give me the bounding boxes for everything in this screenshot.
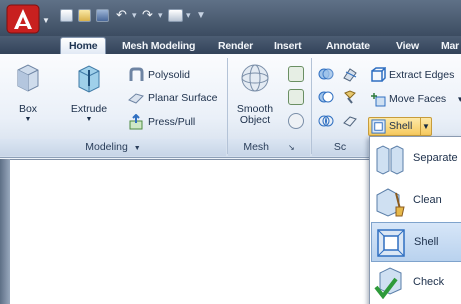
presspull-label: Press/Pull — [148, 116, 196, 128]
extrude-label: Extrude — [70, 103, 108, 115]
redo-icon[interactable]: ↷ — [142, 7, 153, 23]
solid-editing-panel-label: Sc — [333, 141, 347, 153]
tab-home[interactable]: Home — [60, 37, 107, 55]
modeling-panel-title[interactable]: Modeling ▼ — [0, 139, 226, 156]
extrude-icon — [78, 65, 100, 93]
box-icon — [17, 64, 39, 92]
presspull-icon — [129, 114, 143, 130]
move-faces-label: Move Faces — [389, 93, 447, 105]
plot-dropdown-icon[interactable]: ▾ — [186, 10, 191, 21]
ribbon-tab-strip: Home Mesh Modeling Render Insert Annotat… — [56, 36, 461, 55]
separate-label: Separate — [413, 152, 458, 164]
tab-mesh-modeling[interactable]: Mesh Modeling — [122, 38, 195, 54]
slice-icon[interactable] — [342, 66, 358, 82]
extract-edges-icon — [371, 67, 386, 82]
customize-toolbar-icon[interactable]: ▼ — [196, 10, 206, 21]
subtract-icon[interactable] — [318, 89, 334, 105]
quick-access-toolbar: ▼ ↶ ▾ ↷ ▾ ▾ ▼ — [0, 0, 461, 36]
thicken-icon[interactable] — [342, 113, 358, 129]
planar-surface-label: Planar Surface — [148, 92, 218, 104]
menu-item-check[interactable]: Check — [371, 263, 461, 303]
new-file-icon[interactable] — [60, 9, 73, 22]
modeling-panel-label: Modeling — [85, 141, 128, 153]
tab-manage[interactable]: Mar — [441, 38, 459, 54]
undo-icon[interactable]: ↶ — [116, 7, 127, 23]
intersect-icon[interactable] — [318, 113, 334, 129]
save-icon[interactable] — [96, 9, 109, 22]
chevron-down-icon: ▼ — [85, 116, 93, 123]
shell-label: Shell — [389, 120, 413, 132]
menu-item-clean[interactable]: Clean — [371, 181, 461, 221]
polysolid-label: Polysolid — [148, 69, 191, 81]
box-label: Box — [18, 103, 38, 115]
object-label: Object — [239, 114, 271, 126]
tab-view[interactable]: View — [396, 38, 419, 54]
box-button[interactable]: Box ▼ — [10, 62, 46, 128]
shell-icon — [371, 119, 386, 134]
shell-icon — [377, 229, 405, 257]
smooth-less-icon[interactable] — [288, 89, 304, 105]
extract-edges-label: Extract Edges — [389, 69, 455, 81]
refine-mesh-icon[interactable] — [288, 113, 304, 129]
menu-item-shell[interactable]: Shell — [371, 222, 461, 262]
polysolid-icon — [129, 67, 144, 81]
planar-surface-icon — [128, 93, 144, 104]
union-icon[interactable] — [318, 66, 334, 82]
clean-icon — [376, 188, 405, 217]
shell-label: Shell — [414, 236, 439, 248]
plot-icon[interactable] — [168, 9, 183, 22]
smooth-sphere-icon — [241, 64, 269, 92]
extrude-button[interactable]: Extrude ▼ — [66, 62, 112, 128]
shell-dropdown-menu: Separate Clean Shell Check — [369, 136, 461, 304]
check-icon — [374, 267, 402, 299]
smooth-object-button[interactable]: Smooth Object — [232, 62, 278, 134]
chevron-down-icon: ▼ — [42, 16, 50, 25]
open-folder-icon[interactable] — [78, 9, 91, 22]
shell-dropdown-arrow[interactable]: ▼ — [420, 118, 431, 135]
tab-insert[interactable]: Insert — [274, 38, 302, 54]
dialog-launcher-icon[interactable]: ↘ — [288, 143, 295, 152]
check-label: Check — [413, 276, 445, 288]
redo-dropdown-icon[interactable]: ▾ — [158, 10, 163, 21]
drawing-window-edge — [0, 159, 10, 304]
application-menu-button[interactable]: ▼ — [6, 4, 52, 34]
mesh-panel-title[interactable]: Mesh ↘ — [228, 139, 310, 156]
autocad-logo-icon — [6, 4, 40, 34]
separate-icon — [376, 145, 404, 175]
move-faces-icon — [371, 93, 386, 107]
clean-label: Clean — [413, 194, 442, 206]
smooth-more-icon[interactable] — [288, 66, 304, 82]
undo-dropdown-icon[interactable]: ▾ — [132, 10, 137, 21]
tab-render[interactable]: Render — [218, 38, 253, 54]
mesh-panel-label: Mesh — [243, 141, 270, 153]
menu-item-separate[interactable]: Separate — [371, 139, 461, 179]
shell-split-button[interactable]: Shell ▼ — [368, 117, 432, 136]
tab-strip-left — [0, 36, 56, 54]
solid-editing-panel-title[interactable]: Sc — [312, 139, 368, 156]
chevron-down-icon: ▼ — [133, 145, 141, 152]
tab-annotate[interactable]: Annotate — [326, 38, 370, 54]
interfere-icon[interactable] — [342, 89, 358, 105]
chevron-down-icon: ▼ — [24, 116, 32, 123]
